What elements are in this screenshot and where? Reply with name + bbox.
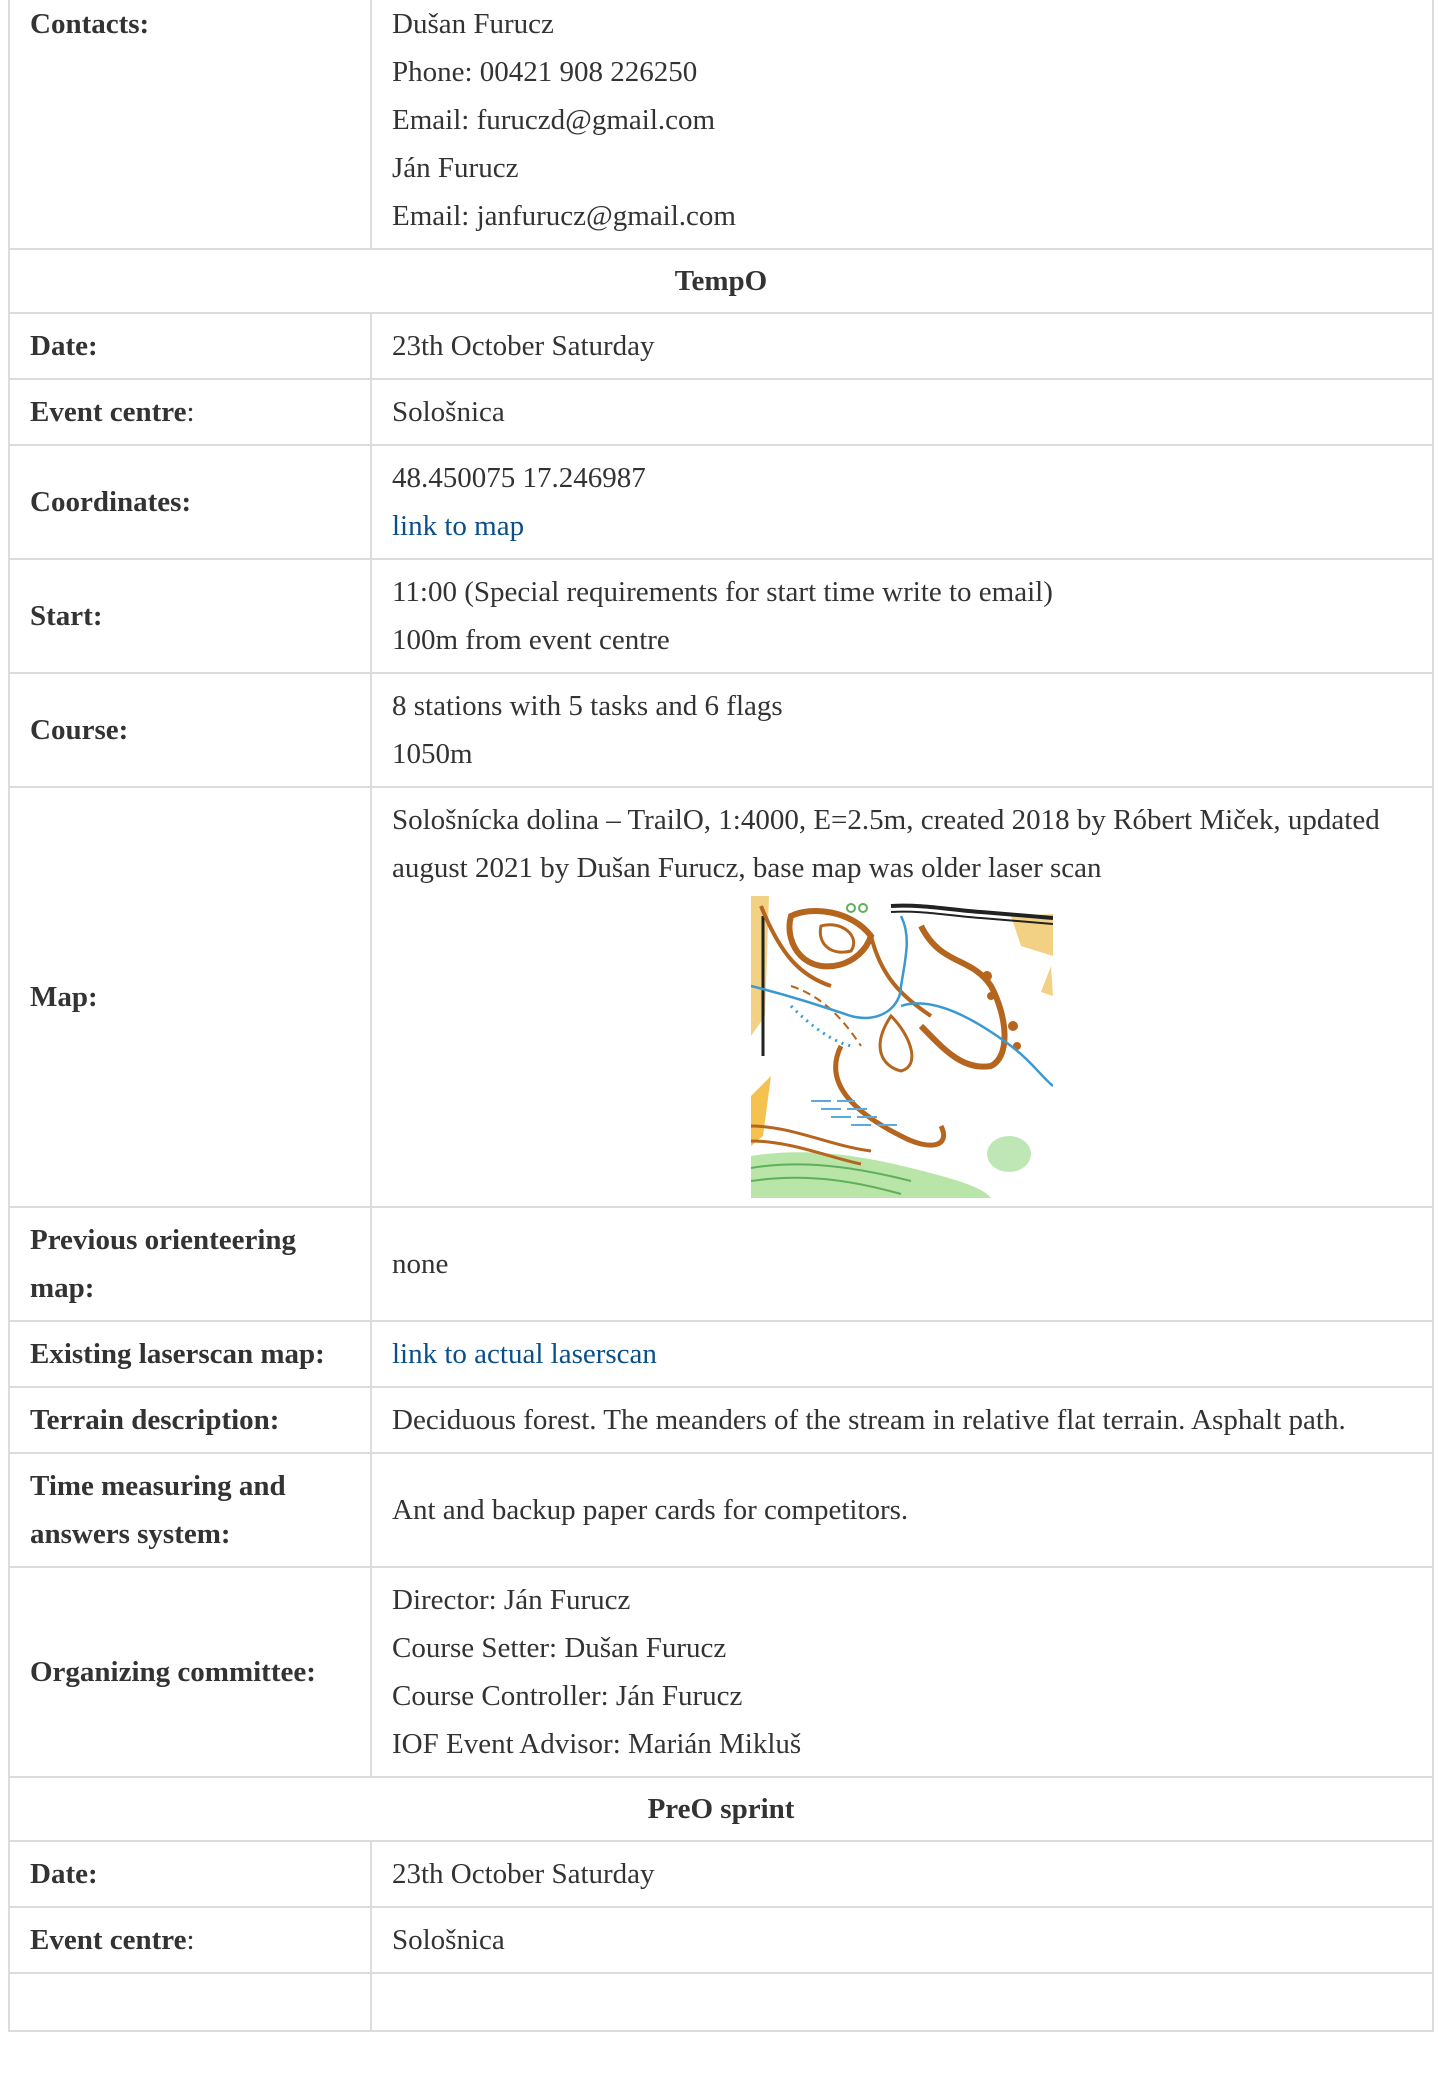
tempo-laserscan-row: Existing laserscan map: link to actual l…	[8, 1320, 1434, 1388]
previous-map-value: none	[370, 1206, 1434, 1322]
tempo-coordinates-row: Coordinates: 48.450075 17.246987 link to…	[8, 444, 1434, 560]
contact-line: Email: furuczd@gmail.com	[392, 104, 716, 136]
tempo-map-row: Map: Sološnícka dolina – TrailO, 1:4000,…	[8, 786, 1434, 1208]
map-image-wrap	[392, 892, 1412, 1198]
committee-value: Director: Ján Furucz Course Setter: Duša…	[370, 1566, 1434, 1778]
tempo-date-row: Date: 23th October Saturday	[8, 312, 1434, 380]
course-value: 8 stations with 5 tasks and 6 flags 1050…	[370, 672, 1434, 788]
tempo-event-centre-row: Event centre: Sološnica	[8, 378, 1434, 446]
contacts-value: Dušan Furucz Phone: 00421 908 226250 Ema…	[370, 0, 1434, 250]
preo-next-label	[8, 1972, 372, 2032]
contact-line: Email: janfurucz@gmail.com	[392, 200, 736, 232]
preo-section-row: PreO sprint	[8, 1776, 1434, 1842]
committee-label: Organizing committee:	[8, 1566, 372, 1778]
map-description: Sološnícka dolina – TrailO, 1:4000, E=2.…	[392, 804, 1380, 884]
laserscan-value: link to actual laserscan	[370, 1320, 1434, 1388]
tempo-committee-row: Organizing committee: Director: Ján Furu…	[8, 1566, 1434, 1778]
preo-next-value	[370, 1972, 1434, 2032]
laserscan-label: Existing laserscan map:	[8, 1320, 372, 1388]
date-value: 23th October Saturday	[370, 312, 1434, 380]
tempo-timing-row: Time measuring and answers system: Ant a…	[8, 1452, 1434, 1568]
start-value: 11:00 (Special requirements for start ti…	[370, 558, 1434, 674]
course-line: 8 stations with 5 tasks and 6 flags	[392, 690, 783, 722]
tempo-start-row: Start: 11:00 (Special requirements for s…	[8, 558, 1434, 674]
event-centre-value: Sološnica	[370, 378, 1434, 446]
preo-section-title: PreO sprint	[8, 1776, 1434, 1842]
contact-line: Phone: 00421 908 226250	[392, 56, 698, 88]
preo-event-centre-row: Event centre: Sološnica	[8, 1906, 1434, 1974]
coordinates-text: 48.450075 17.246987	[392, 462, 646, 494]
preo-date-label: Date:	[8, 1840, 372, 1908]
timing-label: Time measuring and answers system:	[8, 1452, 372, 1568]
terrain-value: Deciduous forest. The meanders of the st…	[370, 1386, 1434, 1454]
timing-value: Ant and backup paper cards for competito…	[370, 1452, 1434, 1568]
start-line: 11:00 (Special requirements for start ti…	[392, 576, 1053, 608]
event-centre-label-text: Event centre	[30, 396, 187, 428]
tempo-previous-map-row: Previous orienteering map: none	[8, 1206, 1434, 1322]
preo-event-centre-value: Sološnica	[370, 1906, 1434, 1974]
orienteering-map-image[interactable]	[751, 896, 1053, 1198]
event-centre-label-colon: :	[186, 396, 195, 428]
link-to-laserscan[interactable]: link to actual laserscan	[392, 1338, 657, 1370]
date-label: Date:	[8, 312, 372, 380]
contact-line: Ján Furucz	[392, 152, 519, 184]
event-centre-label: Event centre:	[8, 378, 372, 446]
map-label: Map:	[8, 786, 372, 1208]
map-value: Sološnícka dolina – TrailO, 1:4000, E=2.…	[370, 786, 1434, 1208]
contact-line: Dušan Furucz	[392, 8, 554, 40]
tempo-section-row: TempO	[8, 248, 1434, 314]
preo-event-centre-label: Event centre:	[8, 1906, 372, 1974]
course-label: Course:	[8, 672, 372, 788]
tempo-terrain-row: Terrain description: Deciduous forest. T…	[8, 1386, 1434, 1454]
preo-event-centre-label-text: Event centre	[30, 1924, 187, 1956]
tempo-section-title: TempO	[8, 248, 1434, 314]
tempo-course-row: Course: 8 stations with 5 tasks and 6 fl…	[8, 672, 1434, 788]
coordinates-value: 48.450075 17.246987 link to map	[370, 444, 1434, 560]
start-line: 100m from event centre	[392, 624, 670, 656]
contacts-label: Contacts:	[8, 0, 372, 250]
preo-date-row: Date: 23th October Saturday	[8, 1840, 1434, 1908]
committee-line: Course Setter: Dušan Furucz	[392, 1632, 727, 1664]
committee-line: IOF Event Advisor: Marián Mikluš	[392, 1728, 802, 1760]
committee-line: Director: Ján Furucz	[392, 1584, 631, 1616]
coordinates-label: Coordinates:	[8, 444, 372, 560]
link-to-map[interactable]: link to map	[392, 502, 1412, 550]
committee-line: Course Controller: Ján Furucz	[392, 1680, 743, 1712]
previous-map-label: Previous orienteering map:	[8, 1206, 372, 1322]
preo-next-row	[8, 1972, 1434, 2032]
course-line: 1050m	[392, 738, 473, 770]
contacts-row: Contacts: Dušan Furucz Phone: 00421 908 …	[8, 0, 1434, 250]
start-label: Start:	[8, 558, 372, 674]
preo-date-value: 23th October Saturday	[370, 1840, 1434, 1908]
terrain-label: Terrain description:	[8, 1386, 372, 1454]
event-info-table: Contacts: Dušan Furucz Phone: 00421 908 …	[8, 0, 1434, 2032]
preo-event-centre-label-colon: :	[186, 1924, 195, 1956]
